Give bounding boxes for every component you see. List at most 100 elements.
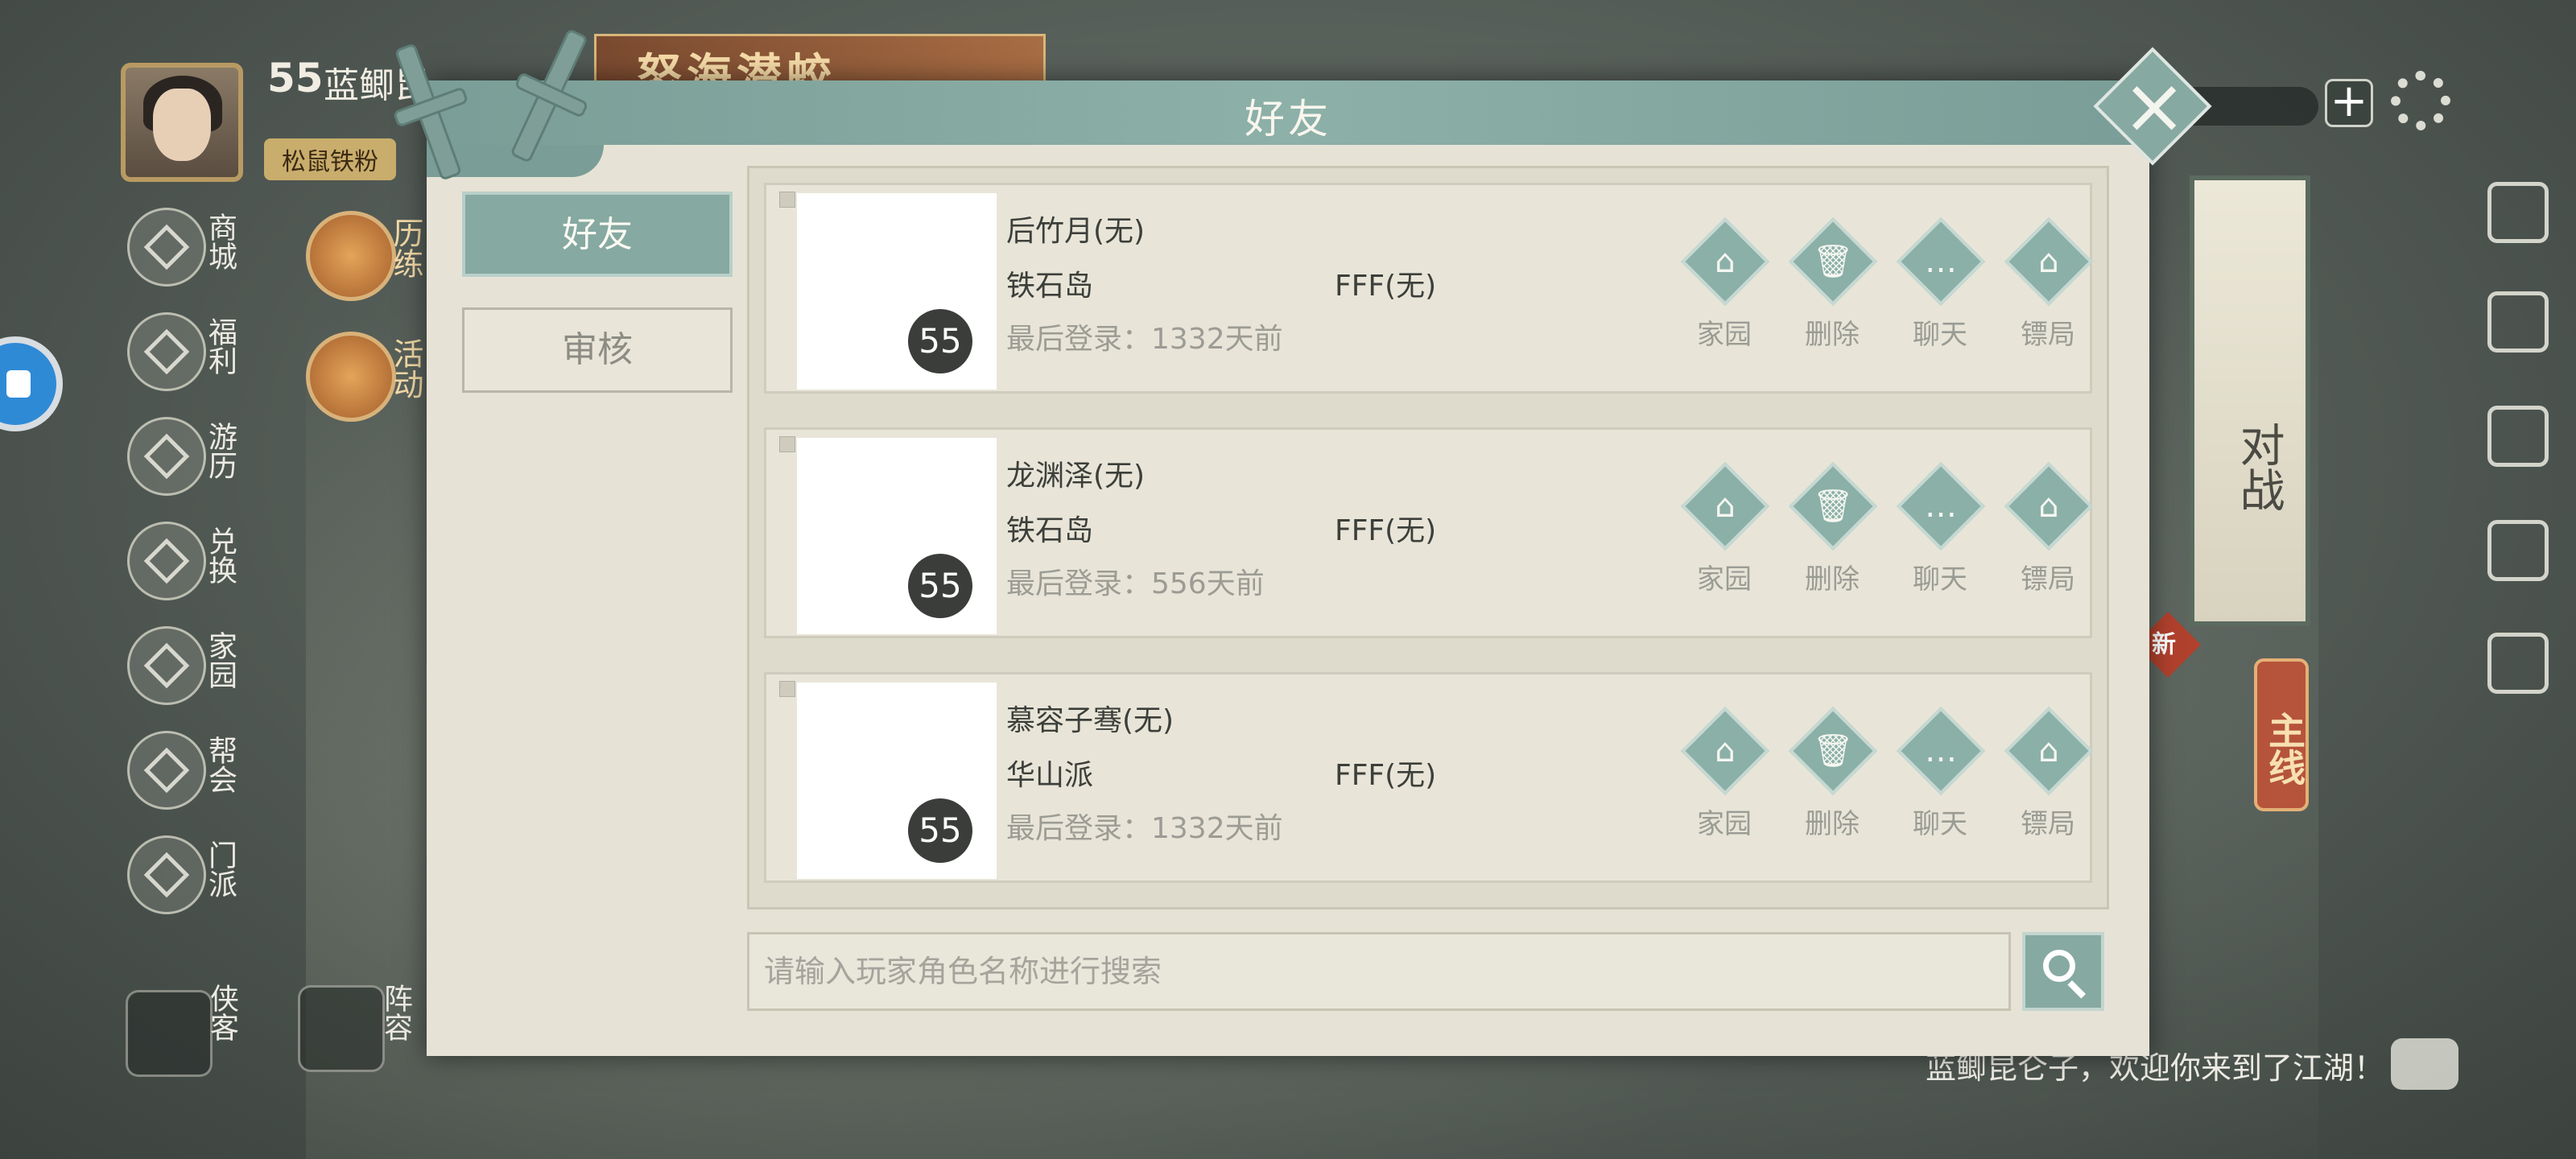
handshake-icon[interactable] — [2487, 182, 2549, 243]
tab-review[interactable]: 审核 — [462, 307, 733, 393]
trash-icon: 🗑 — [1812, 732, 1854, 769]
escort-button[interactable]: ⌂ 镖局 — [2003, 461, 2094, 607]
friend-guild: FFF(无) — [1335, 270, 1437, 303]
home-button[interactable]: ⌂ 家园 — [1679, 217, 1770, 362]
home-icon: ⌂ — [1715, 732, 1736, 769]
lineup-icon[interactable] — [298, 985, 385, 1072]
friend-guild: FFF(无) — [1335, 759, 1437, 792]
chat-icon: … — [1925, 243, 1957, 280]
friend-sect: 铁石岛 — [1006, 270, 1094, 303]
friend-list[interactable]: 55 后竹月(无) 铁石岛 FFF(无) 最后登录：1332天前 ⌂ 家园 🗑 删除 … 聊天 ⌂ 镖局… — [747, 166, 2109, 909]
menu-item-home[interactable]: 家园 — [127, 626, 256, 723]
gift-icon — [127, 312, 206, 391]
chat-button[interactable]: … 聊天 — [1895, 217, 1986, 362]
friend-sect: 华山派 — [1006, 759, 1094, 792]
action-label: 镖局 — [2021, 808, 2075, 840]
level-badge: 55 — [908, 309, 972, 373]
horse-icon — [127, 417, 206, 496]
level-badge: 55 — [908, 798, 972, 863]
trash-icon: 🗑 — [1812, 488, 1854, 525]
menu-item-shop[interactable]: 商城 — [127, 208, 256, 304]
last-login: 最后登录：556天前 — [1006, 567, 1265, 600]
delete-button[interactable]: 🗑 删除 — [1787, 217, 1878, 362]
friend-card[interactable]: 55 后竹月(无) 铁石岛 FFF(无) 最后登录：1332天前 ⌂ 家园 🗑 删除 … 聊天 ⌂ 镖局 — [764, 183, 2094, 394]
friend-sect: 铁石岛 — [1006, 514, 1094, 547]
last-login: 最后登录：1332天前 — [1006, 812, 1283, 845]
action-label: 镖局 — [2021, 563, 2075, 596]
activity-icon[interactable] — [306, 332, 396, 422]
home-icon — [127, 626, 206, 705]
chat-button[interactable]: … 聊天 — [1895, 461, 1986, 607]
action-label: 聊天 — [1913, 808, 1967, 840]
player-avatar[interactable] — [121, 63, 243, 182]
lotus-icon[interactable] — [306, 211, 396, 301]
battle-scroll[interactable]: 对战 — [2190, 175, 2310, 626]
delete-button[interactable]: 🗑 删除 — [1787, 706, 1878, 852]
search-button[interactable] — [2022, 932, 2104, 1011]
level-badge: 55 — [908, 554, 972, 618]
guild-icon — [127, 731, 206, 810]
last-login: 最后登录：1332天前 — [1006, 323, 1283, 356]
escort-icon: ⌂ — [2038, 488, 2059, 525]
menu-item-travel[interactable]: 游历 — [127, 417, 256, 514]
shop-icon — [127, 208, 206, 287]
action-label: 聊天 — [1913, 319, 1967, 351]
menu-label: 帮会 — [204, 736, 237, 794]
lineup-button-label: 阵容 — [379, 984, 412, 1041]
friend-name: 慕容子骞(无) — [1006, 704, 1174, 737]
friend-avatar[interactable] — [797, 193, 997, 390]
select-checkbox[interactable] — [779, 681, 795, 697]
friend-card[interactable]: 55 龙渊泽(无) 铁石岛 FFF(无) 最后登录：556天前 ⌂ 家园 🗑 删除 … 聊天 ⌂ 镖局 — [764, 427, 2094, 638]
action-label: 家园 — [1697, 563, 1752, 596]
menu-item-guild[interactable]: 帮会 — [127, 731, 256, 827]
search-icon-handle — [2067, 980, 2086, 999]
battle-scroll-label: 对战 — [2232, 422, 2285, 512]
hero-icon[interactable] — [126, 990, 213, 1077]
home-icon: ⌂ — [1715, 488, 1736, 525]
friend-avatar[interactable] — [797, 438, 997, 634]
menu-label: 游历 — [204, 422, 237, 480]
activity-label: 历练 — [388, 217, 423, 278]
floating-assistant-icon[interactable] — [0, 336, 63, 431]
activity-label: 活动 — [388, 338, 423, 399]
player-level: 55 — [267, 55, 324, 101]
delete-button[interactable]: 🗑 删除 — [1787, 461, 1878, 607]
main-quest-button[interactable]: 主线 — [2254, 658, 2309, 811]
friend-card[interactable]: 55 慕容子骞(无) 华山派 FFF(无) 最后登录：1332天前 ⌂ 家园 🗑 删除 … 聊天 ⌂ 镖… — [764, 672, 2094, 883]
friends-dialog: 好友 好友 审核 55 后竹月(无) 铁石岛 FFF(无) 最后登录：1332天前 ⌂ 家园… — [427, 80, 2149, 1056]
chat-icon: … — [1925, 732, 1957, 769]
cards-icon[interactable] — [2487, 291, 2549, 353]
menu-item-sect[interactable]: 门派 — [127, 835, 256, 932]
select-checkbox[interactable] — [779, 192, 795, 208]
dialog-header: 好友 — [427, 80, 2149, 145]
friend-avatar[interactable] — [797, 683, 997, 879]
chat-button[interactable]: … 聊天 — [1895, 706, 1986, 852]
menu-label: 福利 — [204, 317, 237, 375]
home-button[interactable]: ⌂ 家园 — [1679, 461, 1770, 607]
chat-icon[interactable] — [2391, 1038, 2458, 1090]
gear-icon[interactable] — [2391, 71, 2450, 130]
add-currency-button[interactable]: + — [2325, 79, 2373, 127]
player-search-input[interactable] — [747, 932, 2011, 1011]
action-label: 聊天 — [1913, 563, 1967, 596]
tab-friends[interactable]: 好友 — [462, 192, 733, 277]
main-quest-label: 主线 — [2263, 711, 2306, 786]
book-icon[interactable] — [2487, 633, 2549, 694]
home-button[interactable]: ⌂ 家园 — [1679, 706, 1770, 852]
menu-item-welfare[interactable]: 福利 — [127, 312, 256, 409]
select-checkbox[interactable] — [779, 436, 795, 452]
sect-icon — [127, 835, 206, 914]
escort-button[interactable]: ⌂ 镖局 — [2003, 217, 2094, 362]
action-label: 删除 — [1805, 563, 1860, 596]
crossed-swords-decoration — [394, 30, 588, 179]
chat-icon: … — [1925, 488, 1957, 525]
checklist-icon[interactable] — [2487, 520, 2549, 581]
escort-button[interactable]: ⌂ 镖局 — [2003, 706, 2094, 852]
menu-item-exchange[interactable]: 兑换 — [127, 522, 256, 618]
action-label: 删除 — [1805, 808, 1860, 840]
scroll-icon[interactable] — [2487, 406, 2549, 467]
action-label: 家园 — [1697, 808, 1752, 840]
hero-button-label: 侠客 — [205, 984, 238, 1041]
escort-icon: ⌂ — [2038, 732, 2059, 769]
friend-name: 龙渊泽(无) — [1006, 460, 1146, 493]
